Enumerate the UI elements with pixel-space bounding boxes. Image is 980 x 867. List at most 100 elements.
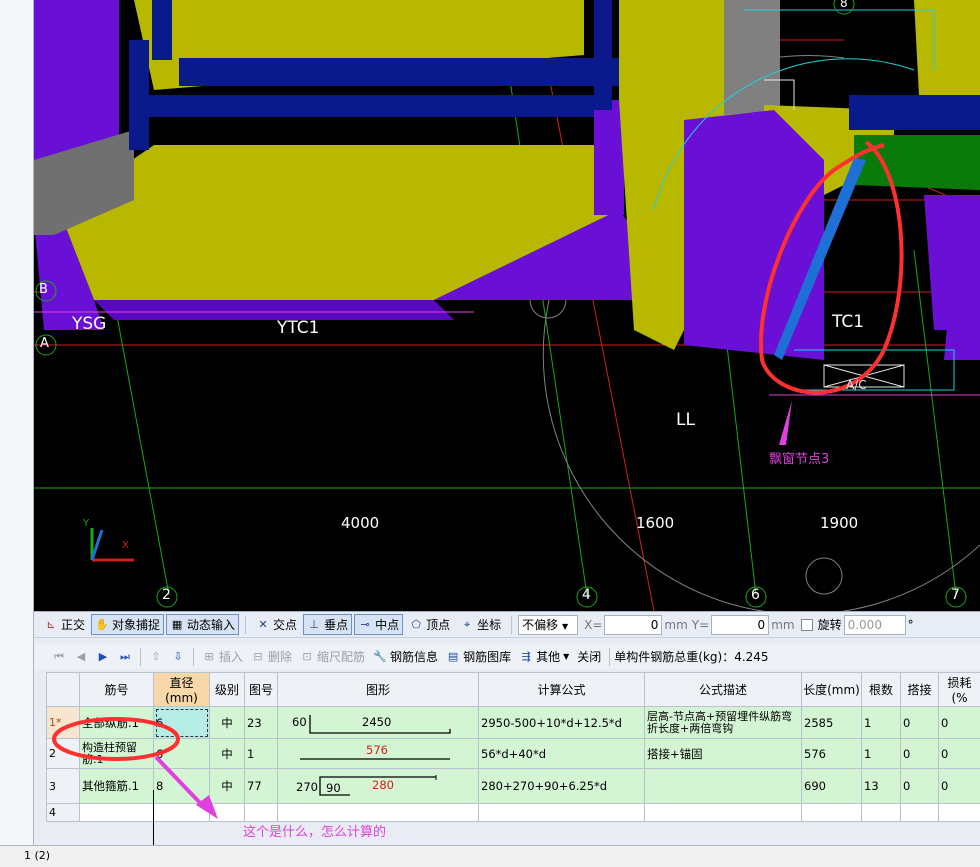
coordinate-label: 坐标 <box>477 618 502 632</box>
rotate-input[interactable]: 0.000 <box>843 614 906 635</box>
length-cell[interactable]: 690 <box>801 768 862 804</box>
table-row[interactable]: 2 构造柱预留筋.1 6 中 1 576 56*d+40*d 搭接+锚固 576… <box>46 738 980 769</box>
delete-button[interactable]: ⊟ 删除 <box>247 646 296 667</box>
formula-desc-cell[interactable]: 搭接+锚固 <box>644 738 802 769</box>
delete-label: 删除 <box>268 650 293 664</box>
shape-cell[interactable]: 270 90 280 <box>277 768 479 804</box>
intersect-button[interactable]: ✕ 交点 <box>252 614 301 635</box>
grade-cell[interactable]: 中 <box>209 706 245 739</box>
header-bar-number[interactable]: 筋号 <box>79 672 154 707</box>
loss-cell[interactable]: 0 <box>938 768 980 804</box>
figure-no-cell[interactable] <box>244 803 278 822</box>
other-menu-button[interactable]: ⇶ 其他 ▼ <box>515 646 573 667</box>
dynamic-input-button[interactable]: ▦ 动态输入 <box>166 614 240 635</box>
header-lap[interactable]: 搭接 <box>900 672 939 707</box>
count-cell[interactable] <box>861 803 901 822</box>
move-down-button[interactable]: ⇩ <box>167 646 189 667</box>
shape-cell[interactable] <box>277 803 479 822</box>
insert-label: 插入 <box>219 650 244 664</box>
header-loss[interactable]: 损耗(% <box>938 672 980 707</box>
bar-name-cell[interactable]: 其他箍筋.1 <box>79 768 154 804</box>
header-figure-no[interactable]: 图号 <box>244 672 278 707</box>
figure-no-cell[interactable]: 23 <box>244 706 278 739</box>
formula-cell[interactable]: 2950-500+10*d+12.5*d <box>478 706 645 739</box>
formula-desc-cell[interactable] <box>644 803 802 822</box>
bar-name-cell[interactable]: 全部纵筋.1 <box>79 706 154 739</box>
rebar-info-button[interactable]: 🔧 钢筋信息 <box>369 646 442 667</box>
move-up-button[interactable]: ⇧ <box>145 646 167 667</box>
table-row[interactable]: 4 <box>46 803 980 822</box>
row-number[interactable]: 4 <box>46 803 80 822</box>
diameter-cell[interactable] <box>153 803 210 822</box>
bar-name-cell[interactable]: 构造柱预留筋.1 <box>79 738 154 769</box>
offset-select[interactable]: 不偏移 ▼ <box>518 614 579 635</box>
perpendicular-icon: ⊥ <box>309 617 319 631</box>
last-record-button[interactable]: ⏭ <box>114 646 136 667</box>
other-label: 其他 <box>536 650 561 664</box>
grade-cell[interactable]: 中 <box>209 738 245 769</box>
y-input[interactable]: 0 <box>711 614 770 635</box>
table-row[interactable]: 3 其他箍筋.1 8 中 77 270 90 280 280+270+90+6.… <box>46 768 980 804</box>
formula-desc-cell[interactable]: 层高-节点高+预留埋件纵筋弯折长度+两倍弯钩 <box>644 706 802 739</box>
close-button[interactable]: 关闭 <box>573 646 605 667</box>
header-shape[interactable]: 图形 <box>277 672 479 707</box>
shape-cell[interactable]: 60 2450 <box>277 706 479 739</box>
length-cell[interactable]: 2585 <box>801 706 862 739</box>
lap-cell[interactable]: 0 <box>900 768 939 804</box>
loss-cell[interactable] <box>938 803 980 822</box>
figure-no-cell[interactable]: 77 <box>244 768 278 804</box>
next-record-button[interactable]: ▶ <box>92 646 114 667</box>
header-length[interactable]: 长度(mm) <box>801 672 862 707</box>
table-row[interactable]: 1* 全部纵筋.1 6 中 23 60 2450 2950-500+10*d+1… <box>46 706 980 739</box>
row-number[interactable]: 2 <box>46 738 80 769</box>
lap-cell[interactable] <box>900 803 939 822</box>
formula-desc-cell[interactable] <box>644 768 802 804</box>
ortho-button[interactable]: ⊾ 正交 <box>40 614 89 635</box>
count-cell[interactable]: 1 <box>861 738 901 769</box>
perpendicular-button[interactable]: ⊥ 垂点 <box>303 614 353 635</box>
first-record-button[interactable]: ⏮ <box>48 646 70 667</box>
bar-name-cell[interactable] <box>79 803 154 822</box>
header-count[interactable]: 根数 <box>861 672 901 707</box>
loss-cell[interactable]: 0 <box>938 706 980 739</box>
coordinate-button[interactable]: ⌖ 坐标 <box>456 614 505 635</box>
insert-button[interactable]: ⊞ 插入 <box>198 646 247 667</box>
grade-cell[interactable] <box>209 803 245 822</box>
y-value: 0 <box>757 617 766 632</box>
x-unit: mm <box>664 617 688 632</box>
count-cell[interactable]: 1 <box>861 706 901 739</box>
length-cell[interactable] <box>801 803 862 822</box>
figure-no-cell[interactable]: 1 <box>244 738 278 769</box>
header-formula[interactable]: 计算公式 <box>478 672 645 707</box>
formula-cell[interactable]: 280+270+90+6.25*d <box>478 768 645 804</box>
rotate-checkbox[interactable] <box>800 618 813 631</box>
row-number[interactable]: 3 <box>46 768 80 804</box>
prev-record-button[interactable]: ◀ <box>70 646 92 667</box>
row-number[interactable]: 1* <box>46 706 80 739</box>
length-cell[interactable]: 576 <box>801 738 862 769</box>
formula-cell[interactable]: 56*d+40*d <box>478 738 645 769</box>
header-grade[interactable]: 级别 <box>209 672 245 707</box>
grade-cell[interactable]: 中 <box>209 768 245 804</box>
lap-cell[interactable]: 0 <box>900 738 939 769</box>
rebar-library-button[interactable]: ▤ 钢筋图库 <box>442 646 515 667</box>
midpoint-button[interactable]: ⊸ 中点 <box>354 614 404 635</box>
count-cell[interactable]: 13 <box>861 768 901 804</box>
shape-cell[interactable]: 576 <box>277 738 479 769</box>
header-diameter[interactable]: 直径(mm) <box>153 672 210 707</box>
lap-cell[interactable]: 0 <box>900 706 939 739</box>
model-viewport[interactable]: B A 2 4 6 7 8 YSG YTC1 TC1 LL A/C 4000 1… <box>34 0 980 611</box>
diameter-cell[interactable]: 8 <box>153 768 210 804</box>
scale-rebar-button[interactable]: ⊡ 缩尺配筋 <box>296 646 369 667</box>
scale-rebar-label: 缩尺配筋 <box>317 650 366 664</box>
header-formula-desc[interactable]: 公式描述 <box>644 672 802 707</box>
degree-symbol: ° <box>907 617 914 632</box>
diameter-cell[interactable]: 6 <box>153 738 210 769</box>
diameter-cell[interactable]: 6 <box>153 706 210 739</box>
x-input[interactable]: 0 <box>604 614 663 635</box>
toolbar-separator <box>609 647 611 666</box>
vertex-button[interactable]: ⬠ 顶点 <box>405 614 454 635</box>
loss-cell[interactable]: 0 <box>938 738 980 769</box>
formula-cell[interactable] <box>478 803 645 822</box>
object-snap-button[interactable]: ✋ 对象捕捉 <box>91 614 165 635</box>
